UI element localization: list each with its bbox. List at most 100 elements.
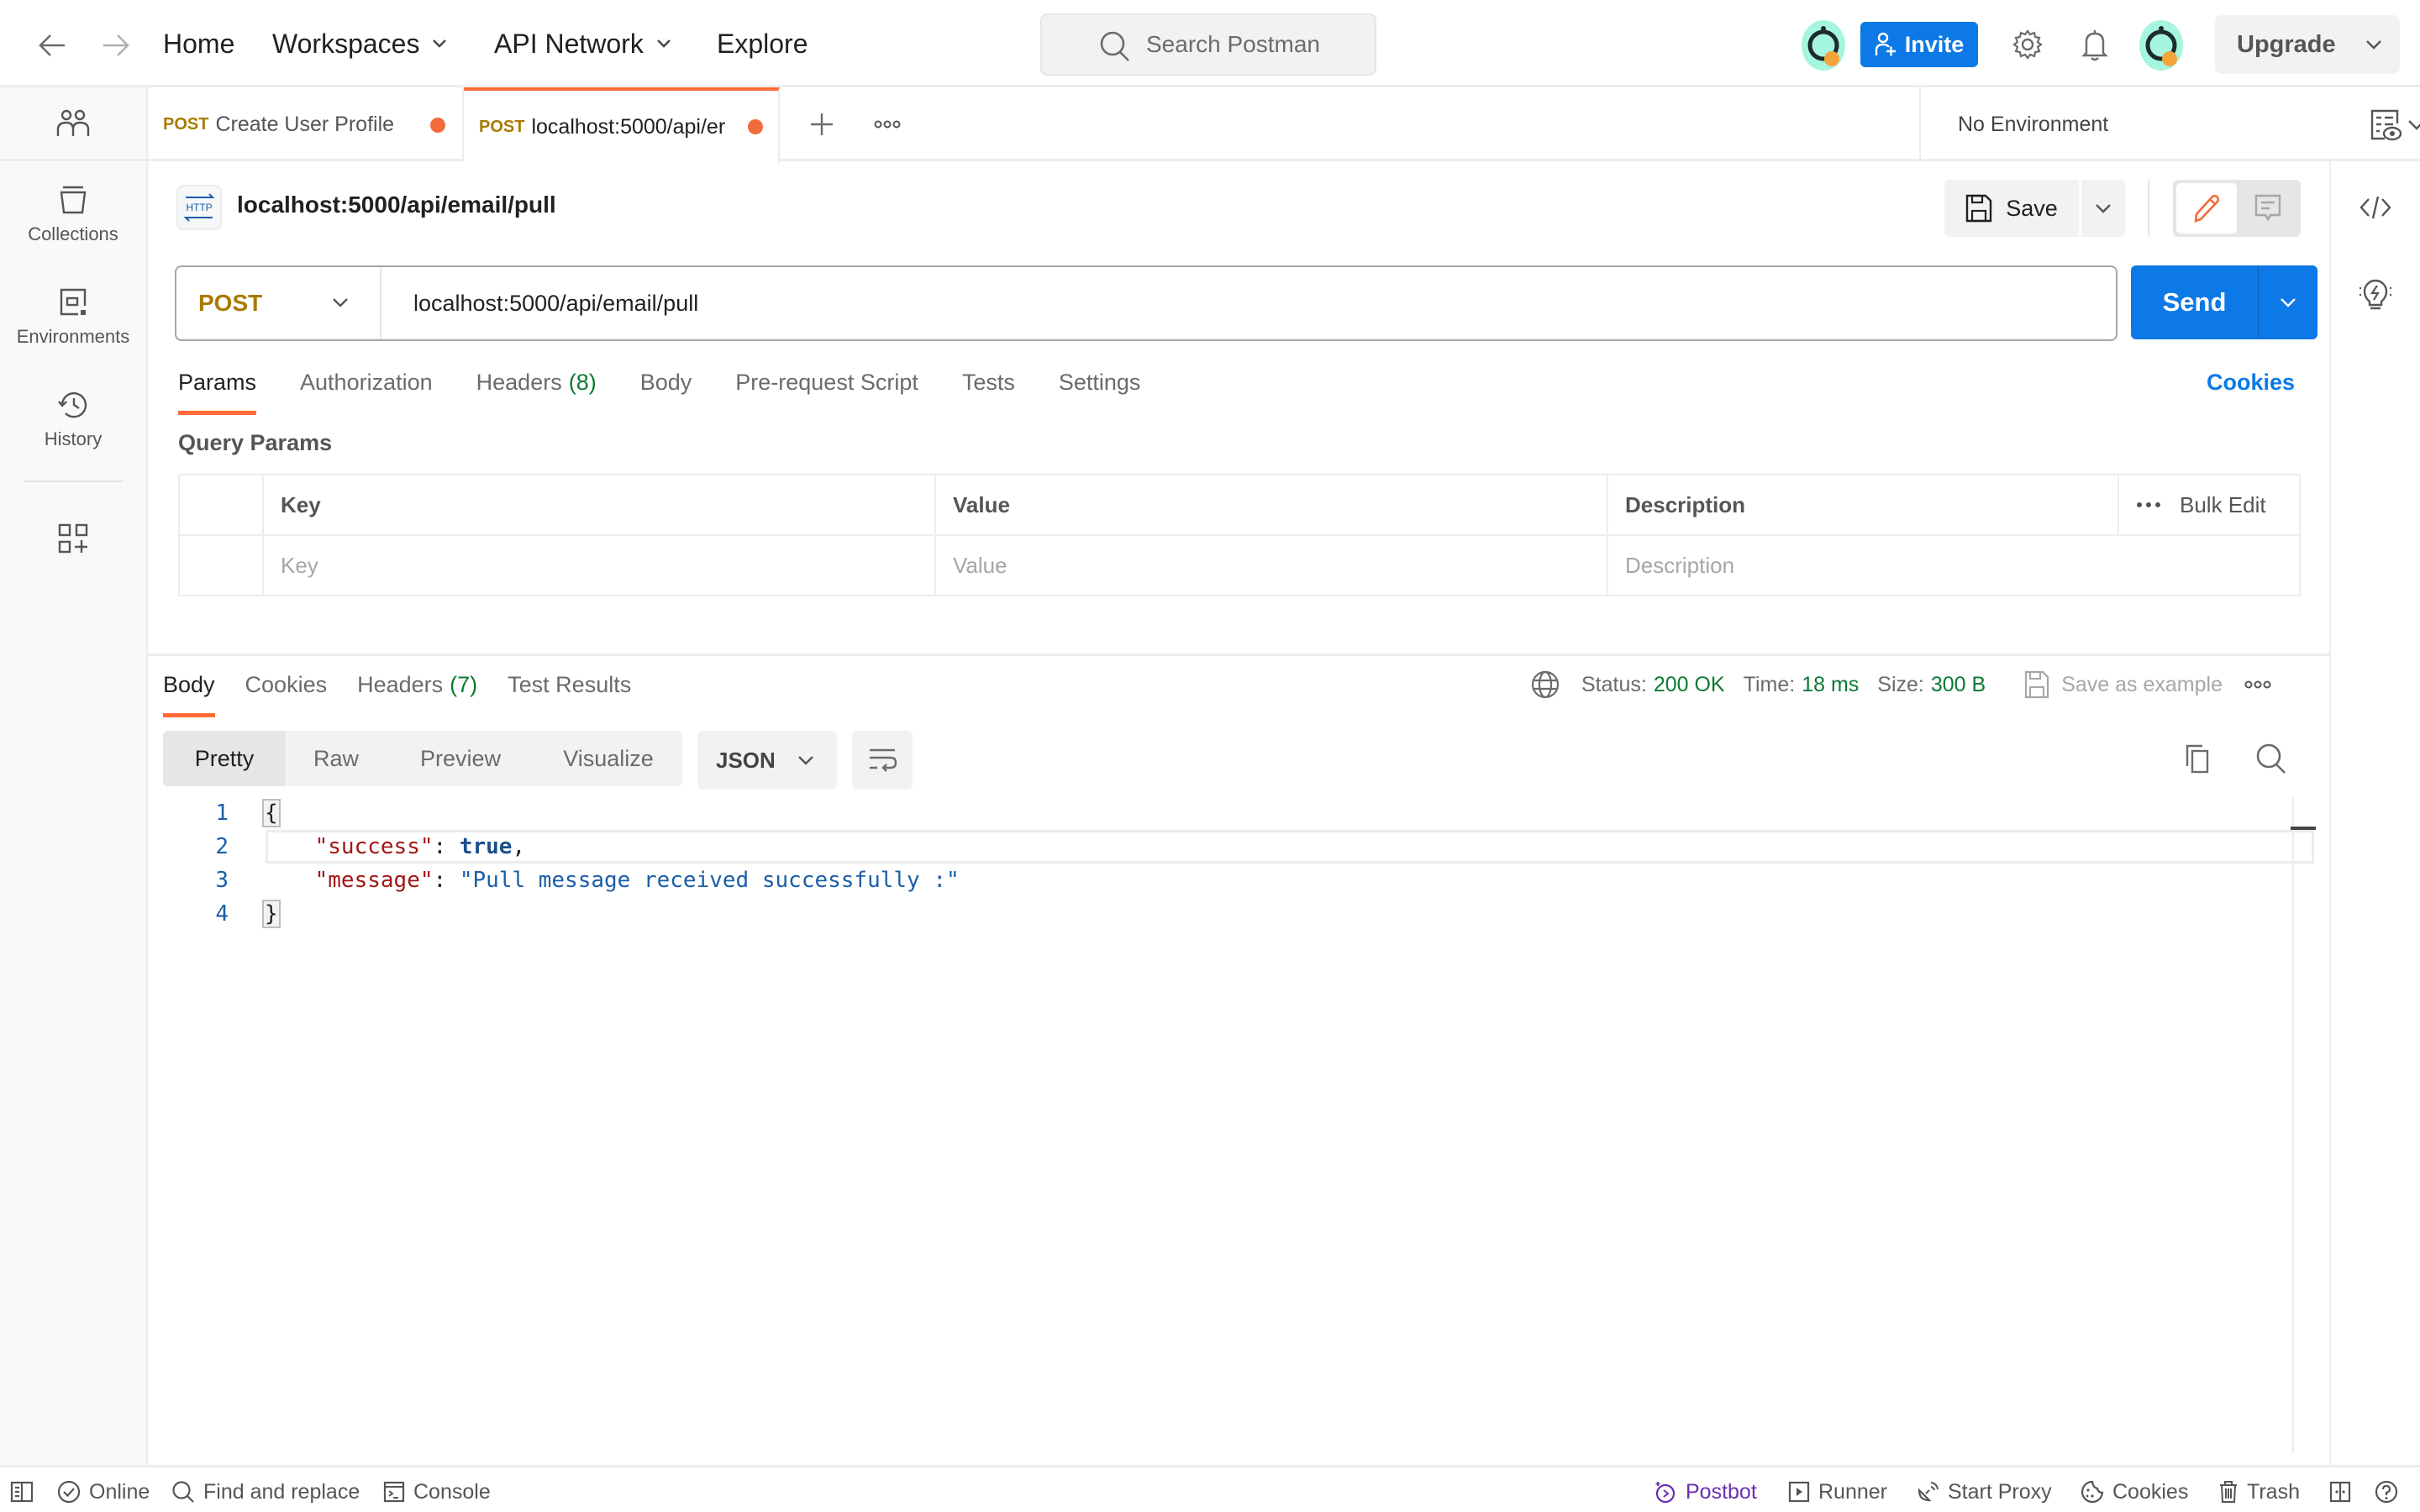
tab-label: Body <box>639 370 692 395</box>
request-tabs: Params Authorization Headers (8) Body Pre… <box>178 370 1184 415</box>
lightbulb-icon[interactable] <box>2354 274 2396 316</box>
edit-mode-button[interactable] <box>2176 183 2237 234</box>
team-avatar[interactable] <box>1802 20 1845 71</box>
postbot-button[interactable]: Postbot <box>1654 1478 1757 1506</box>
settings-gear-icon[interactable] <box>2008 25 2047 64</box>
view-raw[interactable]: Raw <box>286 731 387 786</box>
tab-params[interactable]: Params <box>178 370 257 415</box>
more-options-icon[interactable] <box>2136 501 2161 508</box>
console-button[interactable]: Console <box>383 1478 491 1506</box>
response-body-viewer[interactable]: 1 { 2 "success": true, 3 "message": "Pul… <box>163 796 2314 931</box>
key-input[interactable]: Key <box>264 536 936 595</box>
bulk-edit-button[interactable]: Bulk Edit <box>2180 492 2266 518</box>
tab-body[interactable]: Body <box>640 370 692 412</box>
chevron-down-icon <box>433 39 447 48</box>
trash-button[interactable]: Trash <box>2218 1478 2300 1506</box>
tab-authorization[interactable]: Authorization <box>300 370 433 412</box>
help-icon[interactable] <box>2375 1478 2398 1506</box>
cookies-link[interactable]: Cookies <box>2207 370 2295 396</box>
json-value: "Pull message received successfully :" <box>459 868 960 893</box>
upgrade-button[interactable]: Upgrade <box>2215 15 2400 74</box>
save-as-example-button[interactable]: Save as example <box>2024 670 2223 699</box>
wrap-lines-button[interactable] <box>852 731 913 790</box>
tab-response-headers[interactable]: Headers (7) <box>357 672 477 714</box>
two-pane-layout-icon[interactable] <box>2329 1478 2351 1506</box>
view-visualize[interactable]: Visualize <box>534 731 682 786</box>
chevron-down-icon[interactable] <box>2365 36 2383 53</box>
size-value[interactable]: 300 B <box>1931 673 1986 697</box>
nav-api-network[interactable]: API Network <box>494 24 672 64</box>
user-avatar[interactable] <box>2139 20 2183 71</box>
copy-icon[interactable] <box>2178 739 2217 778</box>
notifications-bell-icon[interactable] <box>2075 25 2114 64</box>
forward-arrow-icon[interactable] <box>97 27 134 64</box>
request-tab[interactable]: POST Create User Profile <box>148 87 464 161</box>
cookies-button[interactable]: Cookies <box>2081 1478 2188 1506</box>
code-scrollbar[interactable] <box>2292 798 2316 1453</box>
nav-explore[interactable]: Explore <box>717 24 808 64</box>
response-meta: Status: 200 OK Time: 18 ms Size: 300 B Save… <box>1531 670 2271 699</box>
tab-response-body[interactable]: Body <box>163 672 215 717</box>
time-value[interactable]: 18 ms <box>1802 673 1859 697</box>
sidebar-item-history[interactable]: History <box>0 390 146 450</box>
runner-play-icon <box>1788 1481 1810 1503</box>
more-tabs-ellipsis-icon[interactable] <box>869 106 906 143</box>
nav-home[interactable]: Home <box>163 24 234 64</box>
find-and-replace-button[interactable]: Find and replace <box>171 1478 360 1506</box>
code-snippet-icon[interactable] <box>2354 186 2396 228</box>
sidebar-item-environments[interactable]: Environments <box>0 287 146 348</box>
response-divider[interactable] <box>148 654 2329 656</box>
table-header-key: Key <box>264 475 936 536</box>
url-input[interactable] <box>381 267 2062 339</box>
more-options-icon[interactable] <box>2244 680 2271 689</box>
tab-title: localhost:5000/api/er <box>531 114 726 139</box>
chevron-down-icon <box>656 39 671 48</box>
request-tab-active[interactable]: POST localhost:5000/api/er <box>464 87 780 163</box>
description-input[interactable]: Description <box>1608 536 2299 595</box>
environment-selector[interactable]: No Environment <box>1919 87 2420 161</box>
view-preview[interactable]: Preview <box>387 731 534 786</box>
nav-workspaces[interactable]: Workspaces <box>272 24 448 64</box>
send-button[interactable]: Send <box>2131 265 2259 339</box>
start-proxy-button[interactable]: Start Proxy <box>1916 1478 2052 1506</box>
collections-icon <box>60 186 87 214</box>
status-value[interactable]: 200 OK <box>1654 673 1725 697</box>
cookies-label: Cookies <box>2112 1479 2189 1504</box>
comments-mode-button[interactable] <box>2238 183 2297 234</box>
new-tab-plus-icon[interactable] <box>803 106 840 143</box>
globe-icon[interactable] <box>1531 670 1560 699</box>
tab-pre-request-script[interactable]: Pre-request Script <box>735 370 918 412</box>
console-icon <box>383 1481 405 1503</box>
nav-api-network-label: API Network <box>494 28 644 59</box>
search-icon[interactable] <box>2252 739 2291 778</box>
team-button[interactable] <box>0 87 146 161</box>
back-arrow-icon[interactable] <box>34 27 71 64</box>
environment-quick-look-icon[interactable] <box>2365 104 2407 146</box>
search-input[interactable]: Search Postman <box>1040 13 1376 76</box>
tab-settings[interactable]: Settings <box>1059 370 1141 412</box>
toggle-sidebar-icon[interactable] <box>10 1478 34 1506</box>
request-title[interactable]: localhost:5000/api/email/pull <box>237 192 556 218</box>
query-params-title: Query Params <box>178 430 333 455</box>
tab-tests[interactable]: Tests <box>962 370 1015 412</box>
http-request-icon: HTTP <box>176 185 222 230</box>
status-bar: Online Find and replace Console Postbot … <box>0 1465 2420 1512</box>
online-status[interactable]: Online <box>57 1478 150 1506</box>
method-select[interactable]: POST <box>176 267 381 339</box>
tab-headers[interactable]: Headers (8) <box>476 370 597 412</box>
runner-button[interactable]: Runner <box>1788 1478 1887 1506</box>
save-button[interactable]: Save <box>1944 180 2079 237</box>
configure-sidebar-icon[interactable] <box>54 519 92 558</box>
tab-response-cookies[interactable]: Cookies <box>245 672 328 714</box>
trash-label: Trash <box>2247 1479 2300 1504</box>
url-bar: POST <box>175 265 2118 341</box>
view-pretty[interactable]: Pretty <box>163 731 286 786</box>
format-select[interactable]: JSON <box>697 731 837 790</box>
sidebar-item-collections[interactable]: Collections <box>0 185 146 245</box>
value-input[interactable]: Value <box>936 536 1608 595</box>
invite-button[interactable]: Invite <box>1860 22 1978 67</box>
save-options-dropdown[interactable] <box>2081 180 2125 237</box>
save-floppy-icon <box>2025 670 2049 699</box>
send-options-dropdown[interactable] <box>2259 265 2317 339</box>
tab-test-results[interactable]: Test Results <box>508 672 631 714</box>
